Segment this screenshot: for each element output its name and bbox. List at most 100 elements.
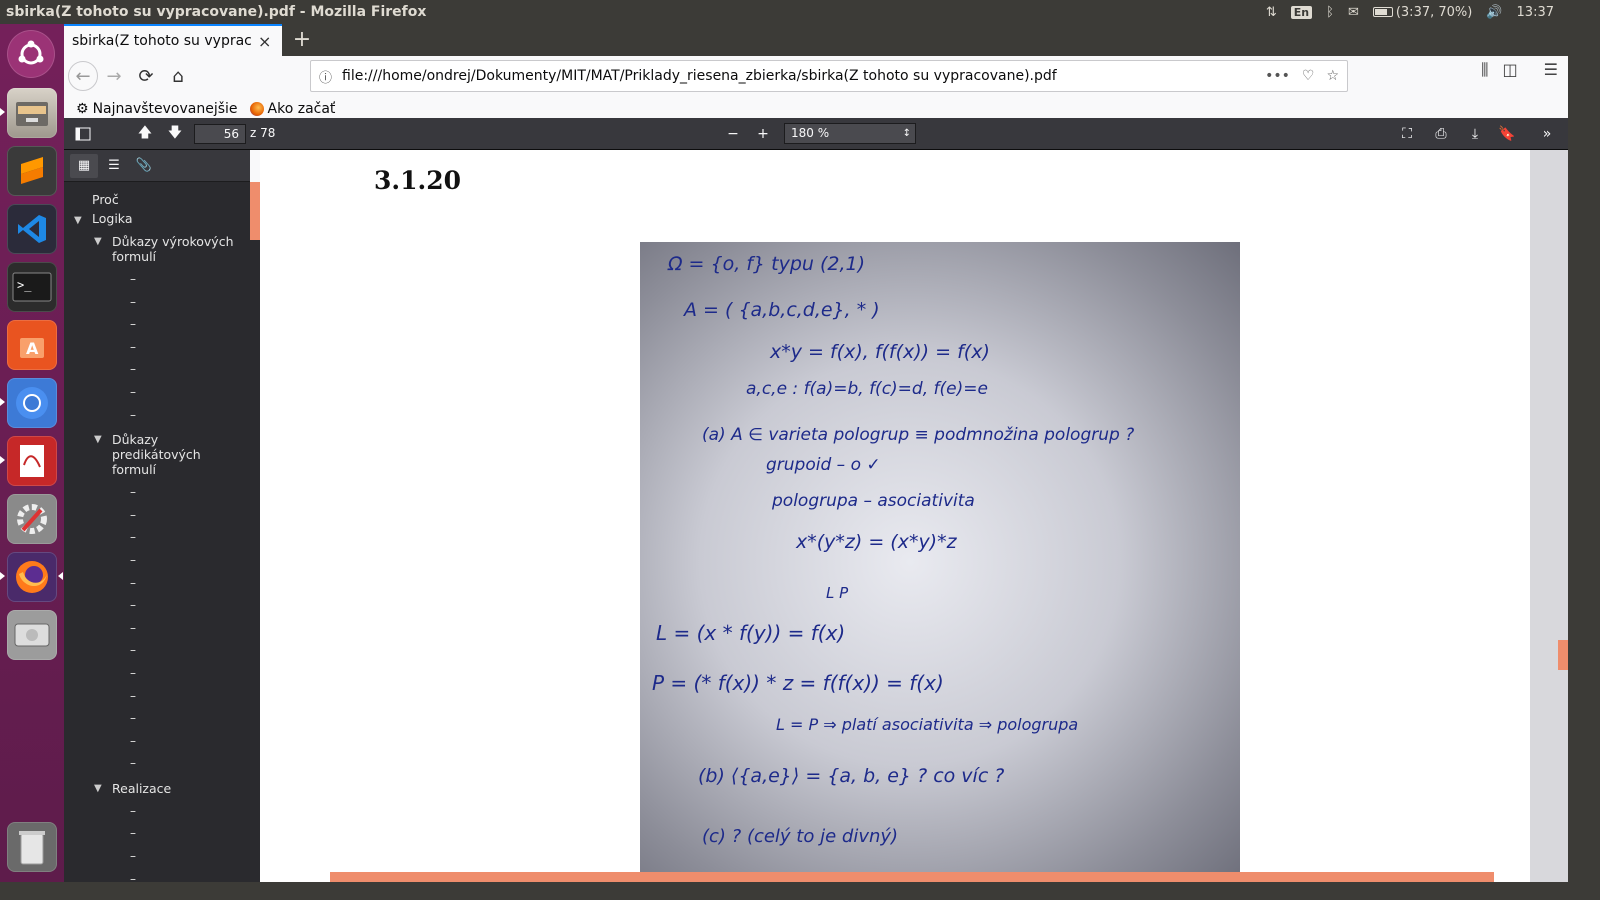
- handwritten-scan-image: Ω = {o, f} typu (2,1) A = ( {a,b,c,d,e},…: [640, 242, 1240, 882]
- volume-icon[interactable]: 🔊: [1486, 5, 1502, 20]
- handwriting-line: (c) ? (celý to je divný): [702, 826, 898, 847]
- disks-icon[interactable]: [7, 610, 57, 660]
- outline-subitem[interactable]: –: [64, 752, 250, 775]
- bookmark-most-visited[interactable]: ⚙ Najnavštevovanejšie: [76, 101, 238, 117]
- attachments-icon[interactable]: 📎: [130, 154, 158, 178]
- presentation-mode-icon[interactable]: ⛶: [1396, 124, 1418, 144]
- trash-icon[interactable]: [7, 822, 57, 872]
- outline-subitem[interactable]: –: [64, 336, 250, 359]
- outline-subitem[interactable]: –: [64, 268, 250, 291]
- handwriting-line: L = P ⇒ platí asociativita ⇒ pologrupa: [776, 715, 1078, 734]
- pocket-icon[interactable]: ♡: [1302, 68, 1315, 84]
- info-icon[interactable]: ⓘ: [319, 67, 332, 86]
- tab-title: sbirka(Z tohoto su vypracovane).pdf: [72, 33, 252, 49]
- sidebar-scrollbar-thumb[interactable]: [250, 182, 260, 240]
- page-number-input[interactable]: 56: [194, 124, 246, 144]
- vscode-icon[interactable]: [7, 204, 57, 254]
- outline-children-1: – – – – – – –: [64, 268, 250, 426]
- outline-item-predikatove[interactable]: ▼ Důkazy predikátových formulí: [64, 432, 250, 477]
- collapse-arrow-icon[interactable]: ▼: [94, 234, 112, 264]
- outline-subitem[interactable]: –: [64, 404, 250, 427]
- vertical-scrollbar-thumb[interactable]: [1558, 640, 1568, 670]
- outline-subitem[interactable]: –: [64, 526, 250, 549]
- sidebar-toggle-button[interactable]: [72, 124, 94, 144]
- zoom-in-button[interactable]: +: [752, 124, 774, 144]
- pdf-toolbar: 🡅 🡇 56 z 78 − + 180 % ⛶ ⎙ ⤓ 🔖 »: [64, 118, 1568, 150]
- sidebar-toggle-icon[interactable]: ◫: [1503, 60, 1518, 80]
- keyboard-layout-indicator[interactable]: En: [1290, 5, 1313, 19]
- new-tab-button[interactable]: +: [290, 28, 314, 52]
- ubuntu-dash-icon[interactable]: [7, 30, 55, 78]
- network-icon[interactable]: ⇅: [1266, 5, 1277, 20]
- clock[interactable]: 13:37: [1517, 5, 1554, 20]
- outline-item-logika[interactable]: ▼ Logika: [64, 211, 250, 228]
- forward-button[interactable]: →: [98, 60, 130, 92]
- close-tab-icon[interactable]: ×: [258, 32, 271, 51]
- window-title: sbirka(Z tohoto su vypracovane).pdf - Mo…: [6, 4, 427, 20]
- outline-subitem[interactable]: –: [64, 868, 250, 882]
- document-outline: Proč ▼ Logika ▼ Důkazy výrokových formulí …: [64, 182, 250, 882]
- battery-icon: [1372, 7, 1393, 17]
- system-settings-icon[interactable]: [7, 494, 57, 544]
- mail-icon[interactable]: ✉: [1348, 5, 1359, 20]
- battery-indicator[interactable]: (3:37, 70%): [1372, 5, 1472, 20]
- outline-subitem[interactable]: –: [64, 639, 250, 662]
- reload-button[interactable]: ⟳: [130, 60, 162, 92]
- previous-page-button[interactable]: 🡅: [134, 124, 156, 144]
- outline-icon[interactable]: ☰: [100, 154, 128, 178]
- home-button[interactable]: ⌂: [162, 60, 194, 92]
- outline-subitem[interactable]: –: [64, 358, 250, 381]
- url-text[interactable]: file:///home/ondrej/Dokumenty/MIT/MAT/Pr…: [342, 68, 1057, 84]
- bookmark-icon[interactable]: 🔖: [1496, 124, 1518, 144]
- horizontal-scrollbar[interactable]: [330, 872, 1494, 882]
- tools-icon[interactable]: »: [1536, 124, 1558, 144]
- sidebar-scrollbar[interactable]: [250, 182, 260, 882]
- outline-subitem[interactable]: –: [64, 381, 250, 404]
- bookmark-star-icon[interactable]: ☆: [1326, 68, 1339, 84]
- chromium-icon[interactable]: [7, 378, 57, 428]
- outline-item-vyrokove[interactable]: ▼ Důkazy výrokových formulí: [64, 234, 250, 264]
- outline-subitem[interactable]: –: [64, 662, 250, 685]
- pdf-viewer[interactable]: 3.1.20 Ω = {o, f} typu (2,1) A = ( {a,b,…: [260, 150, 1568, 882]
- outline-subitem[interactable]: –: [64, 481, 250, 504]
- page-actions-icon[interactable]: •••: [1265, 68, 1290, 84]
- library-icon[interactable]: ⫼: [1481, 60, 1488, 80]
- collapse-arrow-icon[interactable]: ▼: [74, 213, 92, 228]
- document-viewer-icon[interactable]: [7, 436, 57, 486]
- download-icon[interactable]: ⤓: [1464, 124, 1486, 144]
- print-icon[interactable]: ⎙: [1430, 124, 1452, 144]
- file-manager-icon[interactable]: [7, 88, 57, 138]
- outline-subitem[interactable]: –: [64, 822, 250, 845]
- ubuntu-software-icon[interactable]: A: [7, 320, 57, 370]
- bookmark-getting-started[interactable]: Ako začať: [249, 101, 335, 117]
- outline-subitem[interactable]: –: [64, 800, 250, 823]
- zoom-out-button[interactable]: −: [722, 124, 744, 144]
- terminal-icon[interactable]: >_: [7, 262, 57, 312]
- outline-subitem[interactable]: –: [64, 572, 250, 595]
- outline-subitem[interactable]: –: [64, 845, 250, 868]
- outline-subitem[interactable]: –: [64, 313, 250, 336]
- outline-subitem[interactable]: –: [64, 549, 250, 572]
- back-button[interactable]: ←: [68, 61, 98, 91]
- outline-subitem[interactable]: –: [64, 594, 250, 617]
- outline-subitem[interactable]: –: [64, 685, 250, 708]
- menu-icon[interactable]: ☰: [1544, 60, 1558, 80]
- url-bar[interactable]: ⓘ file:///home/ondrej/Dokumenty/MIT/MAT/…: [310, 60, 1348, 92]
- next-page-button[interactable]: 🡇: [164, 124, 186, 144]
- collapse-arrow-icon[interactable]: ▼: [94, 781, 112, 796]
- outline-item-realizace[interactable]: ▼ Realizace: [64, 781, 250, 796]
- collapse-arrow-icon[interactable]: ▼: [94, 432, 112, 477]
- outline-subitem[interactable]: –: [64, 617, 250, 640]
- outline-subitem[interactable]: –: [64, 291, 250, 314]
- thumbnails-icon[interactable]: ▦: [70, 153, 98, 178]
- bluetooth-icon[interactable]: ᛒ: [1326, 5, 1334, 20]
- outline-subitem[interactable]: –: [64, 707, 250, 730]
- outline-subitem[interactable]: –: [64, 504, 250, 527]
- outline-subitem[interactable]: –: [64, 730, 250, 753]
- sublime-text-icon[interactable]: [7, 146, 57, 196]
- zoom-select[interactable]: 180 %: [784, 123, 916, 144]
- firefox-icon[interactable]: [7, 552, 57, 602]
- firefox-icon: [249, 101, 264, 116]
- tab-pdf[interactable]: sbirka(Z tohoto su vypracovane).pdf ×: [64, 24, 282, 56]
- outline-item-proc[interactable]: Proč: [64, 192, 250, 207]
